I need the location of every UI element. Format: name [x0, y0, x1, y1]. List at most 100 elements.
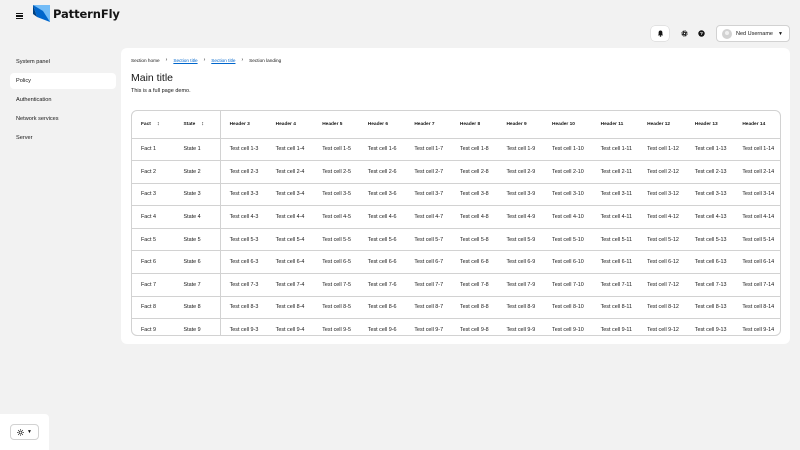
theme-toggle-button[interactable]: ▼	[10, 424, 39, 440]
page-description: This is a full page demo.	[131, 88, 191, 94]
sidebar-item-network-services[interactable]: Network services	[10, 111, 116, 127]
fact-cell: Fact 9	[141, 327, 156, 334]
fact-cell: Fact 1	[141, 146, 156, 153]
table-cell: Test cell 6-8	[459, 259, 489, 266]
column-header-fact[interactable]: Fact ↕	[132, 111, 175, 138]
table-cell: Test cell 8-11	[600, 304, 632, 311]
table-row: Fact 3 State 3 Test cell 3-3 Test cell 3-4 T…	[132, 183, 780, 206]
table-cell: Test cell 8-8	[459, 304, 489, 311]
table-cell: Test cell 5-3	[229, 236, 259, 243]
table-cell: Test cell 8-9	[506, 304, 536, 311]
breadcrumb-current: Section landing	[249, 57, 282, 63]
menu-toggle-button[interactable]	[12, 8, 26, 22]
sidebar-item-system-panel[interactable]: System panel	[10, 54, 116, 70]
table-cell: Test cell 5-14	[742, 236, 775, 243]
table-cell: Test cell 4-5	[322, 214, 351, 221]
column-header-label: State	[183, 122, 196, 128]
table-cell: Test cell 1-6	[367, 146, 397, 153]
table-cell: Test cell 1-10	[552, 146, 584, 153]
table-cell: Test cell 1-3	[229, 146, 259, 153]
svg-text:?: ?	[700, 31, 703, 37]
table-cell: Test cell 5-9	[506, 236, 536, 243]
table-cell: Test cell 9-7	[414, 327, 444, 334]
table-cell: Test cell 7-11	[600, 281, 632, 288]
table-cell: Test cell 7-9	[506, 281, 536, 288]
column-header: Header 8	[459, 121, 481, 127]
table-row: Fact 7 State 7 Test cell 7-3 Test cell 7-4 T…	[132, 273, 780, 297]
table-cell: Test cell 5-11	[600, 236, 632, 243]
hamburger-line	[15, 15, 23, 17]
chevron-right-icon: ›	[203, 57, 206, 63]
sort-icon[interactable]: ↕	[157, 121, 160, 127]
table-cell: Test cell 2-3	[229, 168, 259, 175]
notifications-button[interactable]	[651, 26, 669, 41]
column-header: Header 5	[322, 121, 343, 127]
table-row: Fact 9 State 9 Test cell 9-3 Test cell 9-4 T…	[132, 318, 780, 335]
column-header-state[interactable]: State ↕	[174, 111, 221, 138]
hamburger-line	[15, 18, 23, 20]
table-cell: Test cell 7-5	[322, 281, 351, 288]
breadcrumb-item[interactable]: Section home	[131, 58, 160, 63]
table-cell: Test cell 9-6	[367, 327, 397, 334]
sidebar-item-authentication[interactable]: Authentication	[10, 92, 116, 108]
table-cell: Test cell 3-4	[275, 191, 305, 198]
table-cell: Test cell 4-4	[275, 214, 305, 221]
caret-down-icon: ▼	[27, 429, 32, 435]
table-cell: Test cell 5-7	[414, 236, 444, 243]
table-cell: Test cell 6-5	[322, 259, 351, 266]
sidebar-item-policy[interactable]: Policy	[10, 73, 116, 89]
table-cell: Test cell 8-13	[694, 304, 727, 311]
table-cell: Test cell 2-4	[275, 168, 305, 175]
table-cell: Test cell 7-3	[229, 281, 259, 288]
state-cell: State 2	[174, 160, 221, 184]
column-header: Header 9	[506, 121, 527, 127]
table-cell: Test cell 1-12	[647, 146, 679, 153]
table-cell: Test cell 6-3	[229, 259, 259, 266]
table-cell: Test cell 6-11	[600, 259, 632, 266]
table-cell: Test cell 5-6	[367, 236, 397, 243]
data-table-container[interactable]: Fact ↕ State ↕ Header 3 Header 4 Header 5 …	[131, 110, 781, 336]
fact-cell: Fact 6	[141, 259, 156, 266]
column-header: Header 6	[367, 121, 389, 127]
table-cell: Test cell 4-13	[694, 214, 727, 221]
table-body: Fact 1 State 1 Test cell 1-3 Test cell 1-4 T…	[132, 138, 780, 335]
column-header: Header 7	[414, 121, 435, 127]
state-cell: State 8	[174, 296, 221, 319]
brand-logo[interactable]: PatternFly	[33, 5, 120, 22]
state-cell: State 7	[174, 273, 221, 297]
table-cell: Test cell 4-14	[742, 214, 775, 221]
table-row: Fact 8 State 8 Test cell 8-3 Test cell 8-4 T…	[132, 296, 780, 319]
table-cell: Test cell 4-6	[367, 214, 397, 221]
table-cell: Test cell 4-3	[229, 214, 259, 221]
table-cell: Test cell 1-8	[459, 146, 489, 153]
breadcrumb-link[interactable]: Section title	[173, 58, 197, 63]
column-header-label: Fact	[141, 122, 151, 128]
table-cell: Test cell 1-14	[742, 146, 775, 153]
breadcrumb-link[interactable]: Section title	[211, 58, 235, 63]
table-cell: Test cell 4-9	[506, 214, 536, 221]
settings-button[interactable]	[677, 26, 691, 41]
table-cell: Test cell 9-13	[694, 327, 727, 334]
sort-icon[interactable]: ↕	[201, 121, 204, 127]
table-cell: Test cell 9-10	[552, 327, 584, 334]
help-button[interactable]: ?	[694, 26, 708, 41]
state-cell: State 5	[174, 228, 221, 251]
table-cell: Test cell 8-4	[275, 304, 305, 311]
table-cell: Test cell 9-11	[600, 327, 632, 334]
user-menu-dropdown[interactable]: Ned Username ▼	[716, 25, 790, 42]
fact-cell: Fact 4	[141, 214, 156, 221]
table-cell: Test cell 5-13	[694, 236, 727, 243]
column-header: Header 4	[275, 121, 296, 127]
sidebar-item-server[interactable]: Server	[10, 130, 116, 146]
table-cell: Test cell 2-10	[552, 168, 584, 175]
sidebar-nav: System panel Policy Authentication Netwo…	[10, 54, 116, 149]
table-cell: Test cell 5-8	[459, 236, 489, 243]
table-cell: Test cell 3-12	[647, 191, 679, 198]
column-header: Header 3	[229, 121, 250, 127]
table-cell: Test cell 5-5	[322, 236, 351, 243]
data-table: Fact ↕ State ↕ Header 3 Header 4 Header 5 …	[132, 111, 780, 335]
table-cell: Test cell 1-9	[506, 146, 536, 153]
table-cell: Test cell 7-4	[275, 281, 305, 288]
brand-name: PatternFly	[53, 6, 120, 21]
table-cell: Test cell 1-4	[275, 146, 305, 153]
